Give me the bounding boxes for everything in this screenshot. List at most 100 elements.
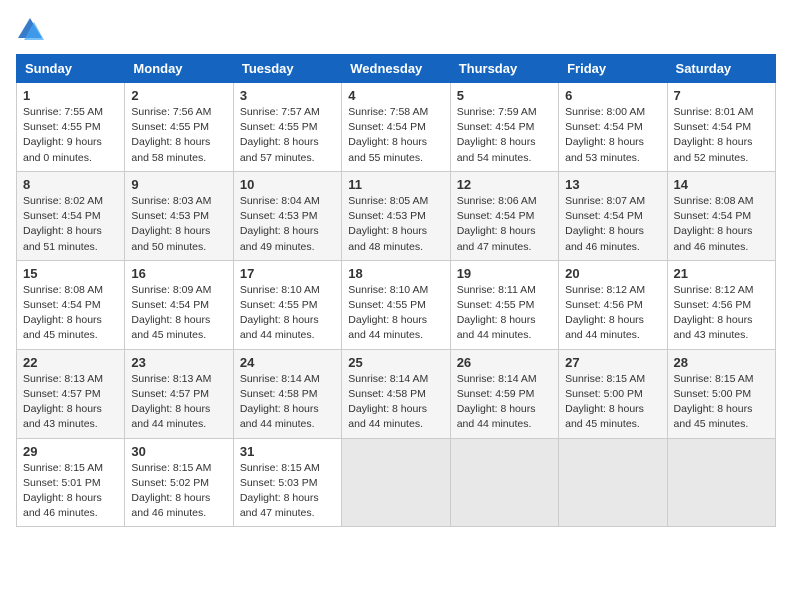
day-number: 28 (674, 355, 769, 370)
calendar-day-cell: 30 Sunrise: 8:15 AM Sunset: 5:02 PM Dayl… (125, 438, 233, 527)
calendar-week-row: 15 Sunrise: 8:08 AM Sunset: 4:54 PM Dayl… (17, 260, 776, 349)
calendar-day-cell: 11 Sunrise: 8:05 AM Sunset: 4:53 PM Dayl… (342, 171, 450, 260)
day-number: 31 (240, 444, 335, 459)
calendar-day-cell: 14 Sunrise: 8:08 AM Sunset: 4:54 PM Dayl… (667, 171, 775, 260)
day-number: 26 (457, 355, 552, 370)
calendar-day-cell: 24 Sunrise: 8:14 AM Sunset: 4:58 PM Dayl… (233, 349, 341, 438)
day-info: Sunrise: 8:15 AM Sunset: 5:03 PM Dayligh… (240, 461, 335, 522)
calendar-week-row: 29 Sunrise: 8:15 AM Sunset: 5:01 PM Dayl… (17, 438, 776, 527)
weekday-header: Thursday (450, 55, 558, 83)
calendar-day-cell (450, 438, 558, 527)
day-info: Sunrise: 8:06 AM Sunset: 4:54 PM Dayligh… (457, 194, 552, 255)
day-number: 15 (23, 266, 118, 281)
calendar-week-row: 1 Sunrise: 7:55 AM Sunset: 4:55 PM Dayli… (17, 83, 776, 172)
calendar-day-cell: 7 Sunrise: 8:01 AM Sunset: 4:54 PM Dayli… (667, 83, 775, 172)
day-info: Sunrise: 8:15 AM Sunset: 5:01 PM Dayligh… (23, 461, 118, 522)
day-info: Sunrise: 8:10 AM Sunset: 4:55 PM Dayligh… (348, 283, 443, 344)
calendar-day-cell: 9 Sunrise: 8:03 AM Sunset: 4:53 PM Dayli… (125, 171, 233, 260)
day-number: 17 (240, 266, 335, 281)
calendar-day-cell: 12 Sunrise: 8:06 AM Sunset: 4:54 PM Dayl… (450, 171, 558, 260)
day-info: Sunrise: 7:57 AM Sunset: 4:55 PM Dayligh… (240, 105, 335, 166)
calendar-table: SundayMondayTuesdayWednesdayThursdayFrid… (16, 54, 776, 527)
day-info: Sunrise: 8:01 AM Sunset: 4:54 PM Dayligh… (674, 105, 769, 166)
weekday-header: Monday (125, 55, 233, 83)
day-info: Sunrise: 8:15 AM Sunset: 5:00 PM Dayligh… (565, 372, 660, 433)
calendar-day-cell: 20 Sunrise: 8:12 AM Sunset: 4:56 PM Dayl… (559, 260, 667, 349)
day-info: Sunrise: 7:59 AM Sunset: 4:54 PM Dayligh… (457, 105, 552, 166)
day-number: 5 (457, 88, 552, 103)
logo-icon (16, 16, 44, 44)
day-number: 20 (565, 266, 660, 281)
day-number: 23 (131, 355, 226, 370)
day-number: 25 (348, 355, 443, 370)
day-info: Sunrise: 7:56 AM Sunset: 4:55 PM Dayligh… (131, 105, 226, 166)
day-number: 18 (348, 266, 443, 281)
calendar-week-row: 8 Sunrise: 8:02 AM Sunset: 4:54 PM Dayli… (17, 171, 776, 260)
day-info: Sunrise: 8:15 AM Sunset: 5:00 PM Dayligh… (674, 372, 769, 433)
calendar-day-cell: 1 Sunrise: 7:55 AM Sunset: 4:55 PM Dayli… (17, 83, 125, 172)
day-info: Sunrise: 8:08 AM Sunset: 4:54 PM Dayligh… (674, 194, 769, 255)
calendar-day-cell: 28 Sunrise: 8:15 AM Sunset: 5:00 PM Dayl… (667, 349, 775, 438)
weekday-header: Saturday (667, 55, 775, 83)
day-info: Sunrise: 8:02 AM Sunset: 4:54 PM Dayligh… (23, 194, 118, 255)
calendar-day-cell: 15 Sunrise: 8:08 AM Sunset: 4:54 PM Dayl… (17, 260, 125, 349)
calendar-day-cell: 31 Sunrise: 8:15 AM Sunset: 5:03 PM Dayl… (233, 438, 341, 527)
day-info: Sunrise: 8:03 AM Sunset: 4:53 PM Dayligh… (131, 194, 226, 255)
day-number: 13 (565, 177, 660, 192)
day-info: Sunrise: 8:09 AM Sunset: 4:54 PM Dayligh… (131, 283, 226, 344)
day-info: Sunrise: 8:07 AM Sunset: 4:54 PM Dayligh… (565, 194, 660, 255)
day-info: Sunrise: 7:58 AM Sunset: 4:54 PM Dayligh… (348, 105, 443, 166)
calendar-header-row: SundayMondayTuesdayWednesdayThursdayFrid… (17, 55, 776, 83)
calendar-day-cell: 22 Sunrise: 8:13 AM Sunset: 4:57 PM Dayl… (17, 349, 125, 438)
day-info: Sunrise: 8:14 AM Sunset: 4:58 PM Dayligh… (348, 372, 443, 433)
day-number: 4 (348, 88, 443, 103)
day-info: Sunrise: 8:00 AM Sunset: 4:54 PM Dayligh… (565, 105, 660, 166)
day-info: Sunrise: 7:55 AM Sunset: 4:55 PM Dayligh… (23, 105, 118, 166)
day-number: 14 (674, 177, 769, 192)
weekday-header: Wednesday (342, 55, 450, 83)
day-info: Sunrise: 8:04 AM Sunset: 4:53 PM Dayligh… (240, 194, 335, 255)
day-number: 30 (131, 444, 226, 459)
day-info: Sunrise: 8:12 AM Sunset: 4:56 PM Dayligh… (565, 283, 660, 344)
day-number: 21 (674, 266, 769, 281)
day-number: 22 (23, 355, 118, 370)
day-number: 8 (23, 177, 118, 192)
day-number: 6 (565, 88, 660, 103)
day-info: Sunrise: 8:05 AM Sunset: 4:53 PM Dayligh… (348, 194, 443, 255)
calendar-day-cell (342, 438, 450, 527)
calendar-day-cell: 10 Sunrise: 8:04 AM Sunset: 4:53 PM Dayl… (233, 171, 341, 260)
day-info: Sunrise: 8:14 AM Sunset: 4:59 PM Dayligh… (457, 372, 552, 433)
day-info: Sunrise: 8:15 AM Sunset: 5:02 PM Dayligh… (131, 461, 226, 522)
day-number: 11 (348, 177, 443, 192)
day-info: Sunrise: 8:10 AM Sunset: 4:55 PM Dayligh… (240, 283, 335, 344)
weekday-header: Sunday (17, 55, 125, 83)
day-info: Sunrise: 8:12 AM Sunset: 4:56 PM Dayligh… (674, 283, 769, 344)
weekday-header: Friday (559, 55, 667, 83)
calendar-day-cell: 6 Sunrise: 8:00 AM Sunset: 4:54 PM Dayli… (559, 83, 667, 172)
weekday-header: Tuesday (233, 55, 341, 83)
calendar-day-cell: 13 Sunrise: 8:07 AM Sunset: 4:54 PM Dayl… (559, 171, 667, 260)
calendar-day-cell: 18 Sunrise: 8:10 AM Sunset: 4:55 PM Dayl… (342, 260, 450, 349)
day-number: 10 (240, 177, 335, 192)
day-number: 29 (23, 444, 118, 459)
day-number: 24 (240, 355, 335, 370)
calendar-day-cell: 3 Sunrise: 7:57 AM Sunset: 4:55 PM Dayli… (233, 83, 341, 172)
calendar-day-cell: 4 Sunrise: 7:58 AM Sunset: 4:54 PM Dayli… (342, 83, 450, 172)
calendar-day-cell: 27 Sunrise: 8:15 AM Sunset: 5:00 PM Dayl… (559, 349, 667, 438)
day-number: 16 (131, 266, 226, 281)
calendar-day-cell: 23 Sunrise: 8:13 AM Sunset: 4:57 PM Dayl… (125, 349, 233, 438)
day-number: 9 (131, 177, 226, 192)
day-info: Sunrise: 8:14 AM Sunset: 4:58 PM Dayligh… (240, 372, 335, 433)
day-number: 12 (457, 177, 552, 192)
calendar-day-cell: 25 Sunrise: 8:14 AM Sunset: 4:58 PM Dayl… (342, 349, 450, 438)
calendar-week-row: 22 Sunrise: 8:13 AM Sunset: 4:57 PM Dayl… (17, 349, 776, 438)
day-number: 1 (23, 88, 118, 103)
calendar-day-cell: 21 Sunrise: 8:12 AM Sunset: 4:56 PM Dayl… (667, 260, 775, 349)
day-number: 19 (457, 266, 552, 281)
calendar-day-cell: 29 Sunrise: 8:15 AM Sunset: 5:01 PM Dayl… (17, 438, 125, 527)
calendar-day-cell: 17 Sunrise: 8:10 AM Sunset: 4:55 PM Dayl… (233, 260, 341, 349)
day-info: Sunrise: 8:13 AM Sunset: 4:57 PM Dayligh… (131, 372, 226, 433)
calendar-day-cell: 8 Sunrise: 8:02 AM Sunset: 4:54 PM Dayli… (17, 171, 125, 260)
calendar-day-cell (667, 438, 775, 527)
day-info: Sunrise: 8:13 AM Sunset: 4:57 PM Dayligh… (23, 372, 118, 433)
